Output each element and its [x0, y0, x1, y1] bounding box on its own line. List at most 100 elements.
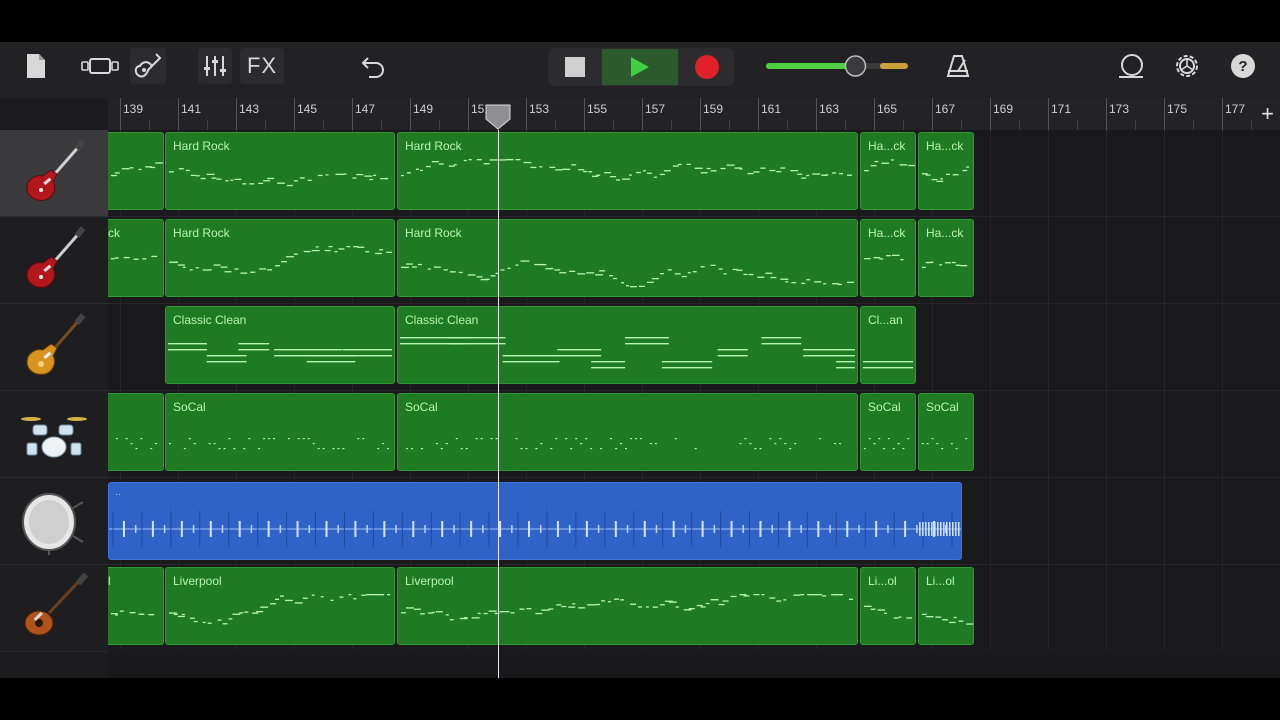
midi-region[interactable]: SoCal — [918, 393, 974, 471]
midi-region[interactable]: Classic Clean — [397, 306, 858, 384]
midi-region[interactable]: Hard Rock — [397, 132, 858, 210]
bar-number: 145 — [297, 102, 318, 116]
volume-knob[interactable] — [844, 55, 867, 77]
ruler-tick — [1164, 98, 1165, 130]
bar-number: 147 — [355, 102, 376, 116]
electric-guitar-red-icon — [26, 226, 86, 288]
ruler-tick — [410, 98, 411, 130]
ruler-minor-tick — [207, 120, 208, 130]
midi-region[interactable]: Li...ol — [918, 567, 974, 645]
master-volume-slider[interactable] — [762, 48, 912, 84]
undo-icon — [361, 57, 384, 78]
midi-region[interactable]: SoCal — [860, 393, 916, 471]
region-label: SoCal — [868, 400, 901, 414]
sunburst-guitar-icon — [26, 313, 86, 375]
midi-region[interactable]: Hard Rock — [397, 219, 858, 297]
region-label: ck — [108, 226, 120, 240]
fx-button[interactable]: FX — [240, 48, 284, 84]
midi-region[interactable]: Hard Rock — [165, 219, 395, 297]
mixer-button[interactable] — [198, 48, 232, 84]
region-label: Ha...ck — [926, 226, 964, 240]
bar-number: 139 — [123, 102, 144, 116]
region-label: Classic Clean — [405, 313, 479, 327]
midi-region[interactable]: l — [108, 567, 164, 645]
tracks-area[interactable]: Hard Rock Hard Rock Ha...ck Ha...ck ck Hard R… — [108, 130, 1280, 678]
ruler-minor-tick — [1193, 120, 1194, 130]
midi-notes — [863, 438, 910, 450]
region-label: Cl...an — [868, 313, 903, 327]
midi-notes — [862, 361, 914, 369]
region-label: Hard Rock — [405, 226, 462, 240]
bar-number: 149 — [413, 102, 434, 116]
midi-notes — [168, 246, 393, 274]
region-label: SoCal — [173, 400, 206, 414]
kick-drum-icon — [22, 493, 84, 555]
region-label: Hard Rock — [173, 139, 230, 153]
midi-region[interactable]: Cl...an — [860, 306, 916, 384]
ruler-tick — [468, 98, 469, 130]
midi-region[interactable]: Ha...ck — [918, 132, 974, 210]
track-lane-1: Hard Rock Hard Rock Ha...ck Ha...ck — [108, 130, 1280, 217]
ruler-minor-tick — [613, 120, 614, 130]
track-header-6[interactable] — [0, 565, 108, 652]
bar-number: 173 — [1109, 102, 1130, 116]
midi-notes — [863, 605, 913, 619]
midi-region[interactable]: Classic Clean — [165, 306, 395, 384]
loops-button[interactable] — [1114, 48, 1148, 84]
midi-region[interactable]: Liverpool — [397, 567, 858, 645]
track-header-1[interactable] — [0, 130, 108, 217]
smart-controls-button[interactable] — [130, 48, 166, 84]
midi-region[interactable]: Ha...ck — [918, 219, 974, 297]
midi-notes — [168, 168, 389, 187]
region-label: Ha...ck — [868, 226, 906, 240]
midi-notes — [405, 438, 842, 450]
metronome-button[interactable] — [942, 48, 974, 84]
ruler-minor-tick — [961, 120, 962, 130]
midi-region[interactable]: Ha...ck — [860, 219, 916, 297]
ruler-minor-tick — [1135, 120, 1136, 130]
tracks-view-icon — [81, 58, 119, 74]
playhead-handle[interactable] — [485, 104, 511, 130]
midi-notes — [110, 610, 155, 616]
bar-number: 159 — [703, 102, 724, 116]
midi-region[interactable]: ck — [108, 219, 164, 297]
ruler-tick — [526, 98, 527, 130]
view-toggle-button[interactable] — [80, 48, 122, 84]
svg-text:?: ? — [1238, 58, 1247, 75]
stop-button[interactable] — [548, 49, 602, 85]
midi-region[interactable]: SoCal — [397, 393, 858, 471]
track-header-5[interactable] — [0, 478, 108, 565]
settings-button[interactable] — [1170, 48, 1204, 84]
track-header-4[interactable] — [0, 391, 108, 478]
midi-notes — [921, 261, 968, 268]
track-header-2[interactable] — [0, 217, 108, 304]
add-section-button[interactable]: + — [1261, 102, 1274, 126]
bar-number: 157 — [645, 102, 666, 116]
bar-number: 153 — [529, 102, 550, 116]
playhead-line — [498, 130, 499, 678]
region-label: Li...ol — [926, 574, 955, 588]
help-icon: ? — [1231, 54, 1255, 78]
midi-region[interactable] — [108, 132, 164, 210]
midi-region[interactable]: Liverpool — [165, 567, 395, 645]
track-header-3[interactable] — [0, 304, 108, 391]
midi-region[interactable]: Li...ol — [860, 567, 916, 645]
midi-region[interactable]: SoCal — [165, 393, 395, 471]
midi-region[interactable]: Hard Rock — [165, 132, 395, 210]
region-label: Li...ol — [868, 574, 897, 588]
bar-number: 161 — [761, 102, 782, 116]
bar-number: 171 — [1051, 102, 1072, 116]
bar-number: 177 — [1225, 102, 1246, 116]
midi-region[interactable] — [108, 393, 164, 471]
my-songs-button[interactable] — [20, 48, 52, 84]
ruler-minor-tick — [323, 120, 324, 130]
bar-number: 141 — [181, 102, 202, 116]
undo-button[interactable] — [356, 48, 390, 84]
midi-region[interactable]: Ha...ck — [860, 132, 916, 210]
ruler-minor-tick — [555, 120, 556, 130]
audio-region[interactable]: ·· — [108, 482, 962, 560]
record-button[interactable] — [680, 49, 734, 85]
play-button[interactable] — [602, 49, 678, 85]
timeline-ruler[interactable]: 139 141 143 145 147 149 151 153 155 157 159 161 163 1… — [108, 98, 1280, 130]
help-button[interactable]: ? — [1226, 48, 1260, 84]
